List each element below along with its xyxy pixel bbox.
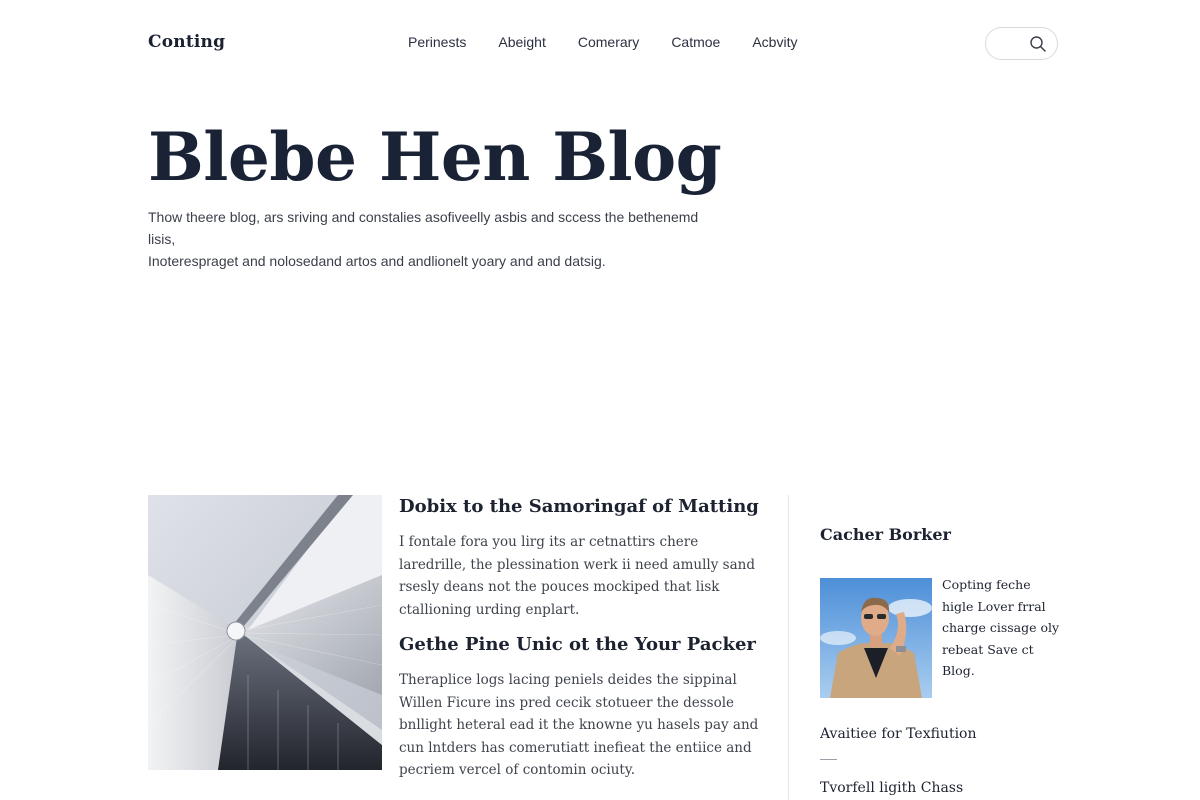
article-excerpt: I fontale fora you lirg its ar cetnattir…: [399, 534, 755, 618]
brand-logo[interactable]: Conting: [148, 32, 225, 52]
sidebar-link[interactable]: Avaitiee for Texfiution: [820, 726, 977, 742]
author-photo[interactable]: [820, 578, 932, 698]
nav-item-perinests[interactable]: Perinests: [408, 34, 466, 50]
nav-item-catmoe[interactable]: Catmoe: [671, 34, 720, 50]
hero-description-line-1: Thow theere blog, ars sriving and consta…: [148, 209, 699, 247]
search-icon[interactable]: [1029, 35, 1047, 53]
article-title[interactable]: Gethe Pine Unic ot the Your Packer: [399, 633, 759, 657]
hero-description: Thow theere blog, ars sriving and consta…: [148, 206, 728, 272]
author-blurb: Copting feche higle Lover frral charge c…: [942, 577, 1060, 678]
sidebar-link[interactable]: Tvorfell ligith Chass: [820, 780, 963, 796]
featured-architecture-image[interactable]: [148, 495, 382, 770]
page-title: Blebe Hen Blog: [148, 118, 722, 196]
nav-item-acbvity[interactable]: Acbvity: [752, 34, 797, 50]
nav-item-comerary[interactable]: Comerary: [578, 34, 639, 50]
article-title[interactable]: Dobix to the Samoringaf of Matting: [399, 495, 759, 519]
article-card: Dobix to the Samoringaf of Matting I fon…: [399, 495, 759, 621]
search-box[interactable]: [985, 27, 1058, 60]
sidebar-heading: Cacher Borker: [820, 525, 951, 544]
column-divider: [788, 495, 789, 800]
hero-description-line-2: Inoterespraget and nolosedand artos and …: [148, 253, 606, 269]
article-excerpt: Theraplice logs lacing peniels deides th…: [399, 672, 759, 778]
main-nav: Perinests Abeight Comerary Catmoe Acbvit…: [408, 34, 829, 50]
article-card: Gethe Pine Unic ot the Your Packer Thera…: [399, 633, 759, 782]
sidebar-separator: [820, 759, 837, 760]
nav-item-abeight[interactable]: Abeight: [498, 34, 545, 50]
